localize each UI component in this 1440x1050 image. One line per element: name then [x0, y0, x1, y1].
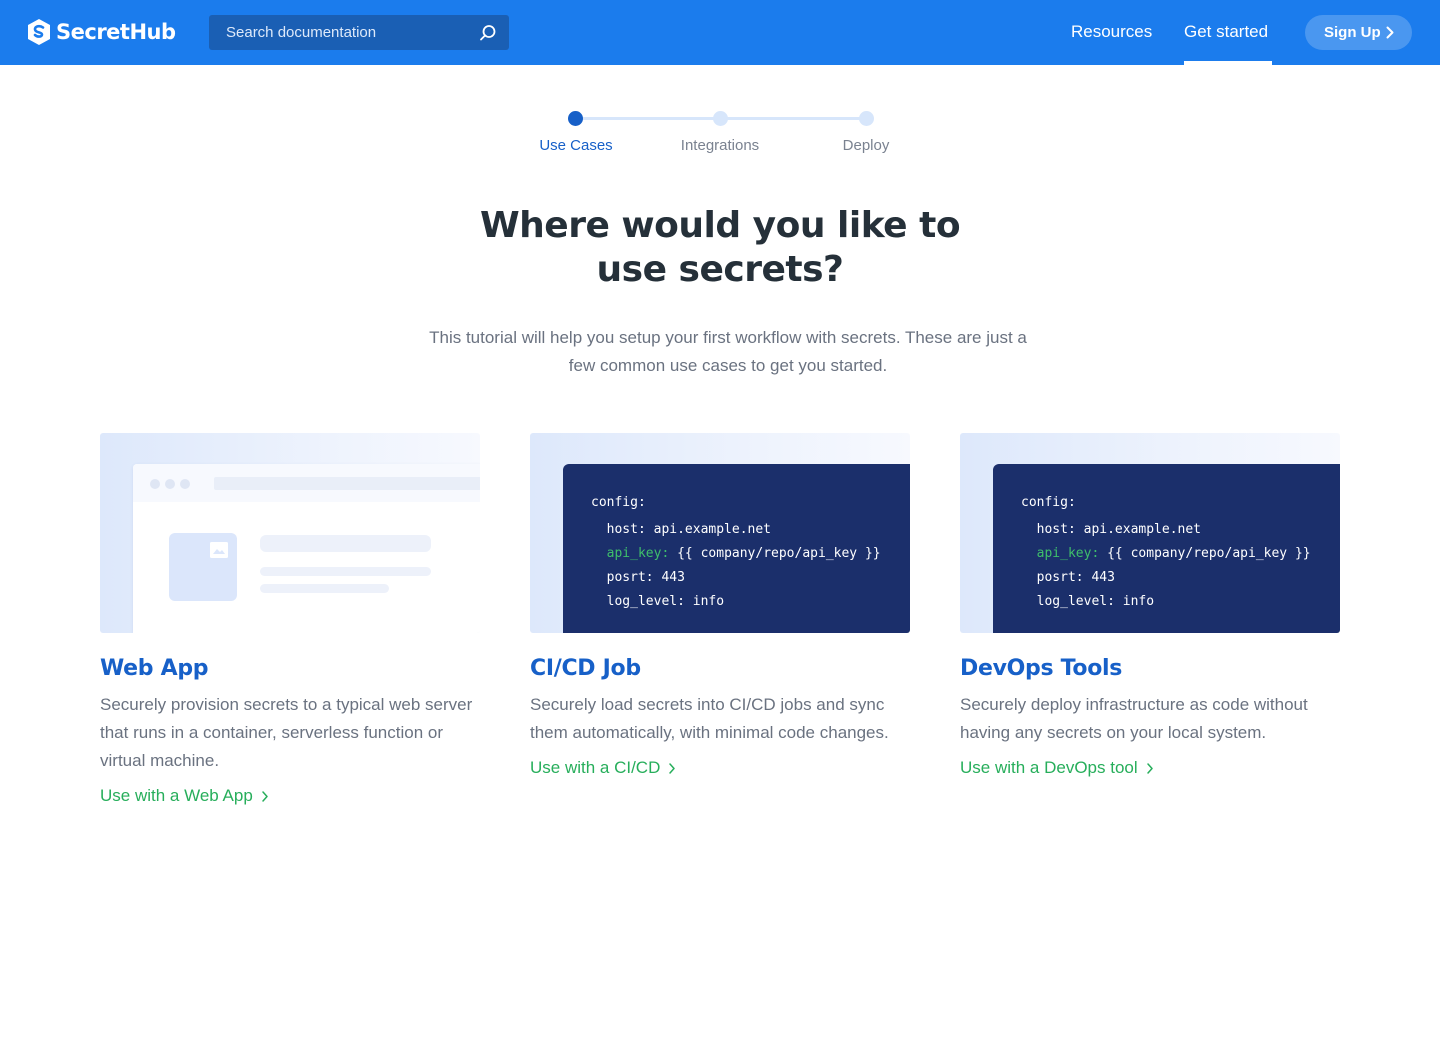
- browser-dot: [165, 479, 175, 489]
- code-line: config:: [1021, 495, 1076, 510]
- code-line: posrt: 443: [1021, 570, 1115, 585]
- page-title: Where would you like to use secrets?: [370, 204, 1070, 292]
- chevron-right-icon: [262, 790, 268, 802]
- top-navigation-bar: SecretHub Resources Get started Sign Up: [0, 0, 1440, 65]
- step-dot-deploy[interactable]: [859, 111, 874, 126]
- code-key-highlight: api_key:: [1021, 546, 1100, 561]
- card-title: CI/CD Job: [530, 656, 641, 681]
- sign-up-label: Sign Up: [1324, 24, 1381, 41]
- sign-up-button[interactable]: Sign Up: [1305, 15, 1412, 50]
- chevron-right-icon: [1386, 26, 1394, 39]
- code-line: posrt: 443: [591, 570, 685, 585]
- code-line: log_level: info: [1021, 594, 1155, 609]
- code-line: api_key: {{ company/repo/api_key }}: [1021, 545, 1340, 569]
- image-placeholder: [169, 533, 237, 601]
- step-label-deploy[interactable]: Deploy: [806, 137, 926, 154]
- cicd-illustration: config: host: api.example.net api_key: {…: [530, 433, 910, 633]
- use-case-card-web-app: Web App Securely provision secrets to a …: [100, 433, 480, 810]
- browser-toolbar: [133, 464, 480, 502]
- chevron-right-icon: [669, 762, 676, 774]
- nav-resources[interactable]: Resources: [1071, 22, 1152, 42]
- code-value: {{ company/repo/api_key }}: [1099, 546, 1311, 561]
- code-line: host: api.example.net: [1021, 522, 1202, 537]
- code-snippet-panel: config: host: api.example.net api_key: {…: [563, 464, 910, 633]
- use-with-cicd-link[interactable]: Use with a CI/CD: [530, 754, 676, 782]
- step-label-use-cases[interactable]: Use Cases: [516, 137, 636, 154]
- code-line: api_key: {{ company/repo/api_key }}: [591, 545, 910, 569]
- devops-illustration: config: host: api.example.net api_key: {…: [960, 433, 1340, 633]
- active-nav-indicator: [1184, 61, 1272, 65]
- page-title-line-2: use secrets?: [596, 249, 844, 290]
- step-label-integrations[interactable]: Integrations: [660, 137, 780, 154]
- search-icon[interactable]: [479, 24, 497, 42]
- card-description: Securely load secrets into CI/CD jobs an…: [530, 695, 889, 742]
- use-case-card-devops-tools: config: host: api.example.net api_key: {…: [960, 433, 1340, 782]
- step-dot-integrations[interactable]: [713, 111, 728, 126]
- use-with-devops-tool-link[interactable]: Use with a DevOps tool: [960, 754, 1153, 782]
- browser-dot: [150, 479, 160, 489]
- search-box[interactable]: [209, 15, 509, 50]
- code-key-highlight: api_key:: [591, 546, 670, 561]
- card-description: Securely deploy infrastructure as code w…: [960, 695, 1308, 742]
- page-title-line-1: Where would you like to: [479, 205, 961, 246]
- code-line: config:: [591, 495, 646, 510]
- browser-address-bar: [214, 477, 480, 490]
- chevron-right-icon: [1146, 762, 1153, 774]
- brand-name: SecretHub: [56, 20, 176, 44]
- use-case-card-cicd-job: config: host: api.example.net api_key: {…: [530, 433, 910, 782]
- search-input[interactable]: [226, 24, 466, 41]
- card-title: DevOps Tools: [960, 656, 1123, 681]
- text-placeholder-bar: [260, 567, 431, 576]
- code-value: {{ company/repo/api_key }}: [669, 546, 881, 561]
- use-with-web-app-link[interactable]: Use with a Web App: [100, 782, 268, 810]
- card-title: Web App: [100, 656, 209, 681]
- text-placeholder-bar: [260, 535, 431, 552]
- card-link-label: Use with a CI/CD: [530, 758, 661, 777]
- card-link-label: Use with a DevOps tool: [960, 758, 1138, 777]
- secrethub-logo[interactable]: SecretHub: [27, 17, 176, 47]
- browser-window-illustration: [133, 464, 480, 633]
- nav-get-started[interactable]: Get started: [1184, 22, 1268, 42]
- secrethub-logo-icon: [28, 19, 50, 45]
- code-snippet-panel: config: host: api.example.net api_key: {…: [993, 464, 1340, 633]
- code-line: log_level: info: [591, 594, 725, 609]
- browser-dot: [180, 479, 190, 489]
- image-icon: [210, 542, 228, 558]
- code-line: host: api.example.net: [591, 522, 772, 537]
- card-description: Securely provision secrets to a typical …: [100, 695, 473, 770]
- web-app-illustration: [100, 433, 480, 633]
- text-placeholder-bar: [260, 584, 389, 593]
- step-dot-use-cases[interactable]: [568, 111, 583, 126]
- page-subtitle: This tutorial will help you setup your f…: [429, 328, 1027, 375]
- card-link-label: Use with a Web App: [100, 786, 253, 805]
